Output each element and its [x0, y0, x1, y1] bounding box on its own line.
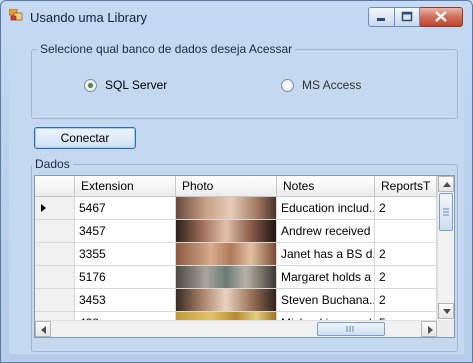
maximize-button[interactable]: [395, 7, 420, 27]
chevron-right-icon: [428, 326, 433, 334]
cell-photo[interactable]: [176, 220, 277, 242]
cell-photo[interactable]: [176, 243, 277, 265]
radio-ms-access[interactable]: MS Access: [281, 78, 361, 92]
radio-sql-server-label: SQL Server: [105, 78, 168, 92]
app-window: Usando uma Library Selecione qual banco …: [0, 0, 473, 363]
cell-notes[interactable]: Andrew received ...: [277, 220, 375, 242]
scroll-down-button[interactable]: [438, 303, 454, 319]
window-title: Usando uma Library: [30, 10, 148, 25]
radio-sql-server[interactable]: SQL Server: [84, 78, 167, 92]
client-area: Selecione qual banco de dados deseja Ace…: [9, 32, 464, 354]
chevron-down-icon: [443, 309, 451, 314]
table-row[interactable]: 5176 Margaret holds a ... 2: [35, 266, 437, 289]
cell-notes[interactable]: Education includ...: [277, 197, 375, 219]
scroll-up-button[interactable]: [438, 176, 454, 192]
cell-reportsto[interactable]: 2: [375, 197, 437, 219]
data-group-label: Dados: [32, 157, 73, 171]
cell-extension[interactable]: 5176: [75, 266, 176, 288]
radio-unselected-icon: [281, 78, 294, 92]
minimize-button[interactable]: [368, 7, 395, 27]
database-group-label: Selecione qual banco de dados deseja Ace…: [37, 42, 296, 56]
cell-extension[interactable]: 5467: [75, 197, 176, 219]
radio-ms-access-label: MS Access: [302, 78, 362, 92]
cell-notes[interactable]: Steven Buchana...: [277, 289, 375, 311]
cell-reportsto[interactable]: 2: [375, 289, 437, 311]
maximize-icon: [401, 11, 413, 22]
table-row[interactable]: 3457 Andrew received ...: [35, 220, 437, 243]
window-controls: [368, 7, 463, 27]
scrollbar-corner: [437, 320, 454, 337]
cell-extension[interactable]: 3453: [75, 289, 176, 311]
data-grid[interactable]: Extension Photo Notes ReportsT 5467 Educ…: [34, 175, 455, 338]
cell-photo[interactable]: [176, 289, 277, 311]
employee-photo-icon: [176, 197, 276, 219]
vertical-scroll-thumb[interactable]: [439, 193, 453, 231]
column-header-extension[interactable]: Extension: [75, 176, 176, 196]
close-icon: [435, 11, 447, 22]
cell-notes[interactable]: Janet has a BS d...: [277, 243, 375, 265]
current-row-icon: [41, 204, 46, 212]
cell-extension[interactable]: 3355: [75, 243, 176, 265]
close-button[interactable]: [420, 7, 463, 27]
minimize-icon: [377, 18, 385, 21]
grid-header: Extension Photo Notes ReportsT: [35, 176, 437, 197]
cell-reportsto[interactable]: 2: [375, 243, 437, 265]
column-header-photo[interactable]: Photo: [176, 176, 277, 196]
scroll-right-button[interactable]: [421, 321, 437, 337]
vertical-scrollbar[interactable]: [437, 176, 454, 319]
row-header[interactable]: [35, 197, 75, 219]
title-bar[interactable]: Usando uma Library: [1, 1, 472, 31]
column-header-notes[interactable]: Notes: [277, 176, 375, 196]
row-header[interactable]: [35, 220, 75, 242]
row-header[interactable]: [35, 243, 75, 265]
chevron-left-icon: [41, 326, 46, 334]
table-row[interactable]: 3453 Steven Buchana... 2: [35, 289, 437, 312]
cell-reportsto[interactable]: [375, 220, 437, 242]
employee-photo-icon: [176, 289, 276, 311]
cell-reportsto[interactable]: 2: [375, 266, 437, 288]
row-header[interactable]: [35, 289, 75, 311]
row-header[interactable]: [35, 266, 75, 288]
column-header-reportsto[interactable]: ReportsT: [375, 176, 437, 196]
table-row[interactable]: 5467 Education includ... 2: [35, 197, 437, 220]
cell-extension[interactable]: 3457: [75, 220, 176, 242]
grip-icon: [443, 208, 449, 216]
app-icon: [9, 9, 23, 21]
cell-photo[interactable]: [176, 266, 277, 288]
horizontal-scroll-thumb[interactable]: [317, 322, 385, 336]
radio-selected-icon: [84, 78, 97, 92]
table-row[interactable]: 3355 Janet has a BS d... 2: [35, 243, 437, 266]
scroll-left-button[interactable]: [35, 321, 51, 337]
chevron-up-icon: [443, 182, 451, 187]
cell-photo[interactable]: [176, 197, 277, 219]
employee-photo-icon: [176, 220, 276, 242]
row-header-corner[interactable]: [35, 176, 75, 196]
grid-rows: 5467 Education includ... 2 3457 Andrew r…: [35, 197, 437, 335]
employee-photo-icon: [176, 266, 276, 288]
employee-photo-icon: [176, 243, 276, 265]
connect-button[interactable]: Conectar: [34, 127, 136, 149]
horizontal-scrollbar[interactable]: [35, 320, 437, 337]
cell-notes[interactable]: Margaret holds a ...: [277, 266, 375, 288]
database-groupbox: Selecione qual banco de dados deseja Ace…: [31, 42, 458, 119]
grip-icon: [346, 326, 354, 332]
